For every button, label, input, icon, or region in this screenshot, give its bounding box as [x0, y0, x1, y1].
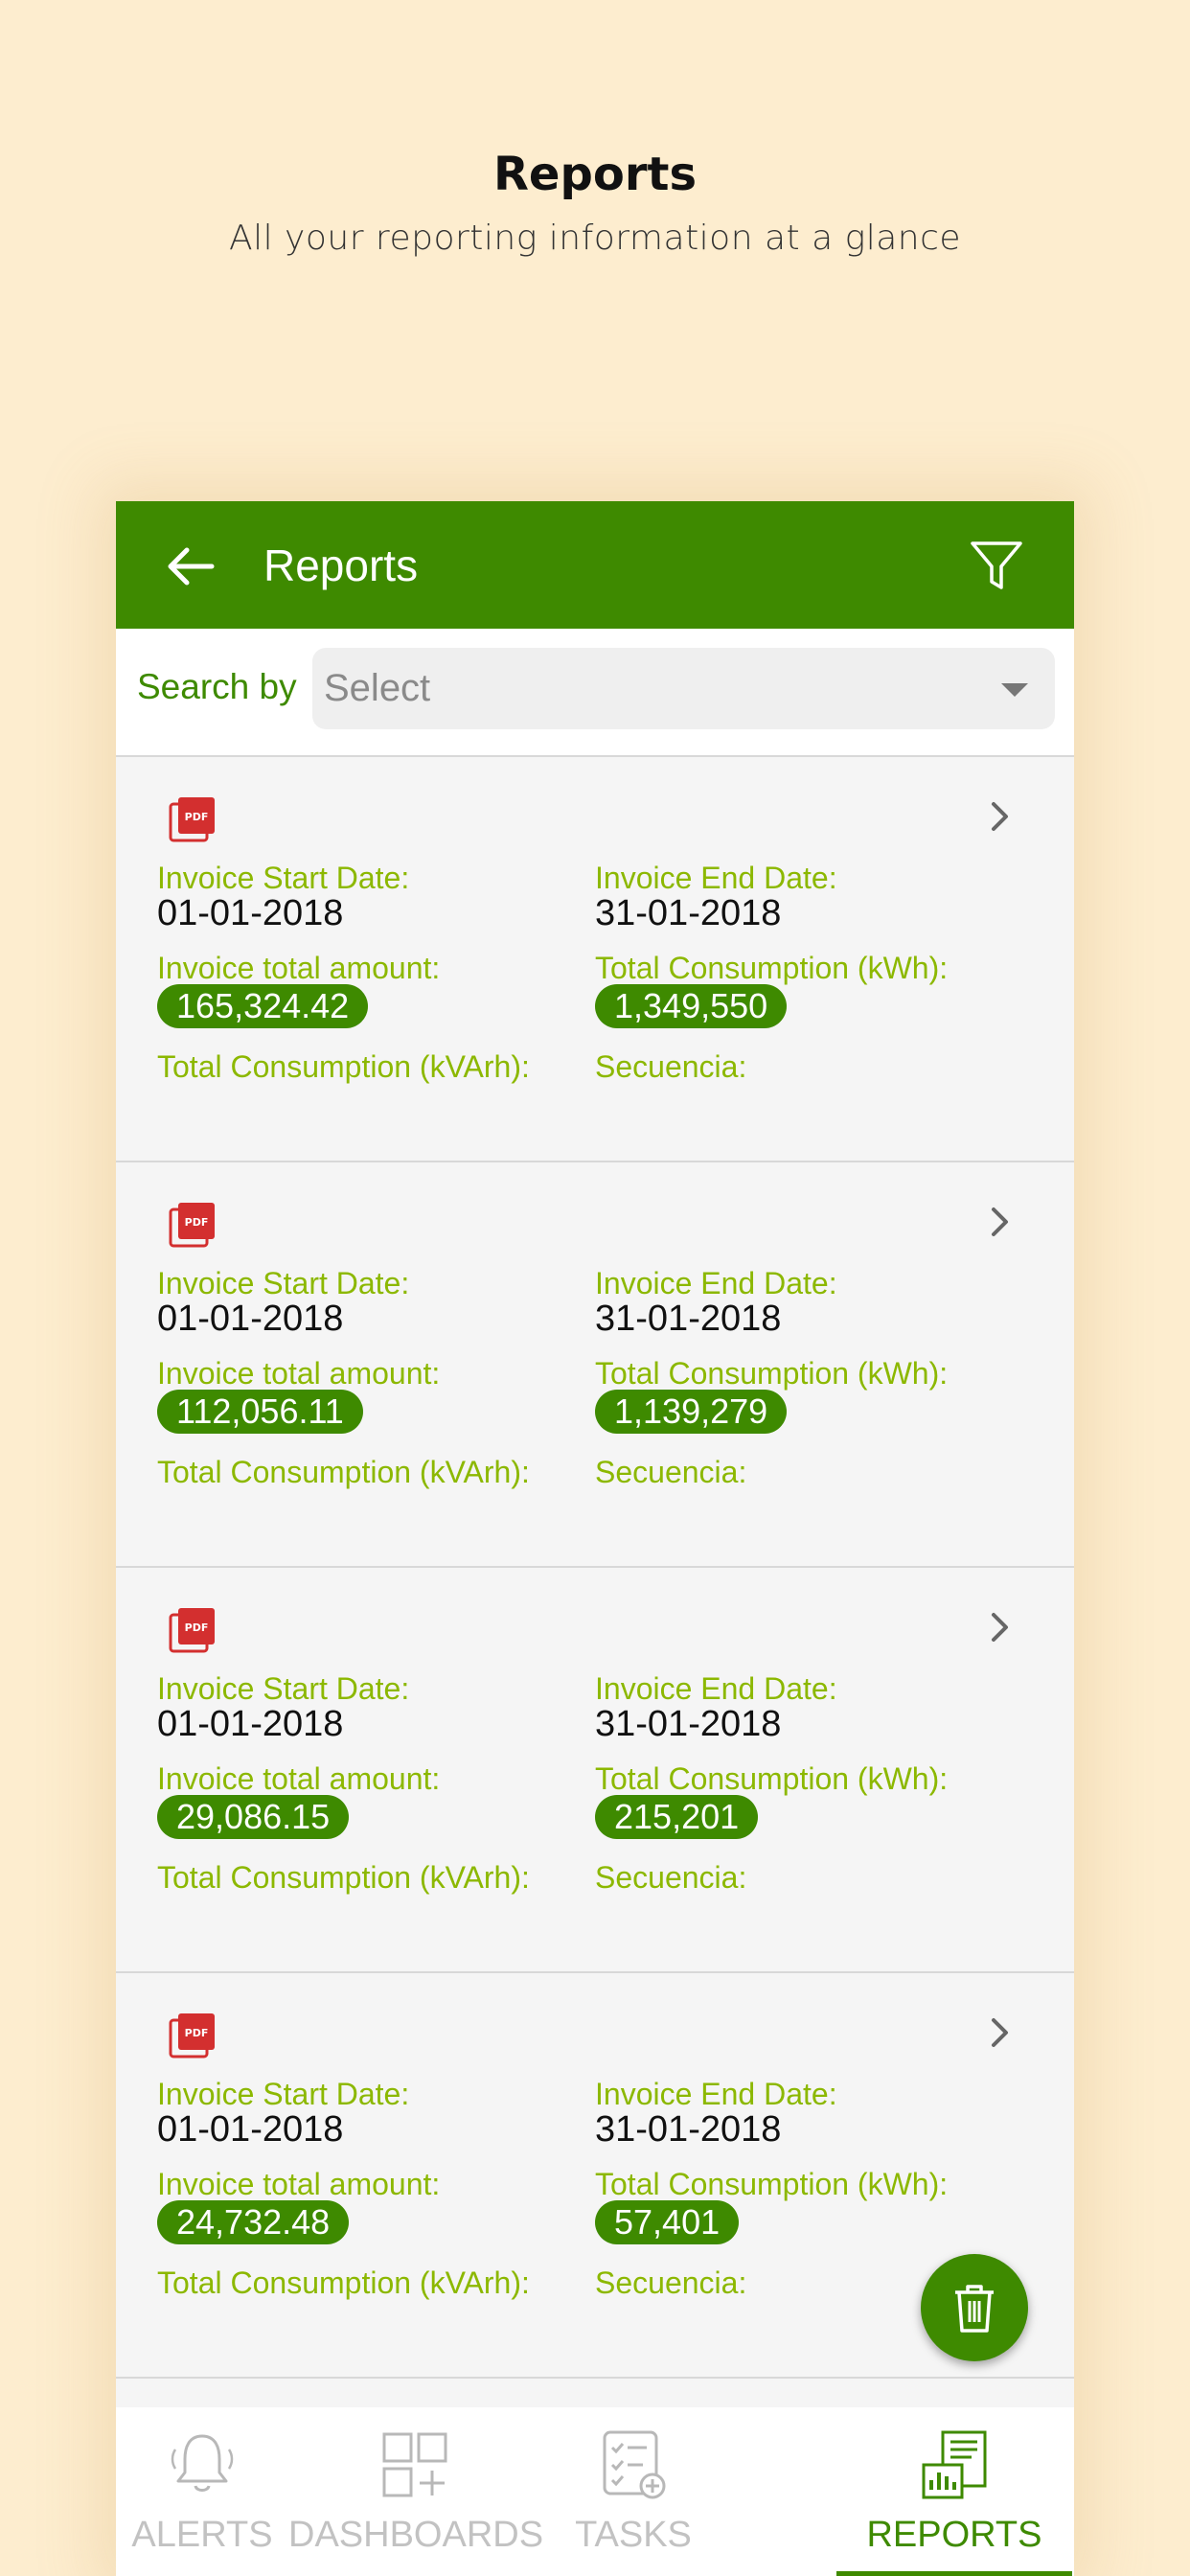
report-card[interactable]: PDF Invoice Start Date: 01-01-2018 Invoi… [116, 1162, 1074, 1568]
svg-text:PDF: PDF [185, 1622, 209, 1634]
chevron-right-icon [992, 1613, 1008, 1642]
secuencia-label: Secuencia: [595, 2266, 747, 2300]
amount-label: Invoice total amount: [157, 1356, 441, 1391]
nav-alerts-label: ALERTS [131, 2515, 273, 2555]
amount-badge: 29,086.15 [157, 1795, 350, 1839]
start-date-value: 01-01-2018 [157, 893, 344, 933]
tasks-checklist-icon [603, 2430, 666, 2499]
nav-dashboards[interactable]: DASHBOARDS [288, 2407, 544, 2576]
search-bar: Search by Select [116, 629, 1074, 757]
kwh-badge: 215,201 [595, 1795, 759, 1839]
promo-subtitle: All your reporting information at a glan… [228, 218, 962, 258]
pdf-icon[interactable]: PDF [169, 795, 217, 843]
start-date-value: 01-01-2018 [157, 1704, 344, 1744]
chevron-right-icon [992, 1208, 1008, 1236]
start-date-label: Invoice Start Date: [157, 2077, 410, 2111]
bottom-navigation: ALERTS DASHBOARDS TASKS REPORTS [116, 2407, 1074, 2576]
start-date-label: Invoice Start Date: [157, 1671, 410, 1706]
app-screen: Reports Search by Select PDF Invoice Sta… [116, 501, 1074, 2576]
secuencia-label: Secuencia: [595, 1455, 747, 1489]
amount-label: Invoice total amount: [157, 951, 441, 985]
nav-reports[interactable]: REPORTS [836, 2407, 1072, 2576]
search-by-label: Search by [137, 667, 297, 706]
active-tab-indicator [836, 2571, 1072, 2576]
app-bar: Reports [116, 501, 1074, 629]
nav-alerts[interactable]: ALERTS [116, 2407, 288, 2576]
kwh-label: Total Consumption (kWh): [595, 1761, 949, 1796]
chevron-right-icon [992, 2018, 1008, 2047]
kwh-label: Total Consumption (kWh): [595, 2167, 949, 2201]
amount-label: Invoice total amount: [157, 2167, 441, 2201]
bell-icon [171, 2434, 234, 2492]
start-date-value: 01-01-2018 [157, 1299, 344, 1339]
secuencia-label: Secuencia: [595, 1049, 747, 1084]
end-date-value: 31-01-2018 [595, 2109, 782, 2150]
end-date-value: 31-01-2018 [595, 1299, 782, 1339]
delete-fab-button[interactable] [921, 2254, 1028, 2361]
amount-badge: 112,056.11 [157, 1390, 363, 1434]
start-date-value: 01-01-2018 [157, 2109, 344, 2150]
nav-tasks-label: TASKS [575, 2515, 692, 2555]
start-date-label: Invoice Start Date: [157, 861, 410, 895]
kwh-badge: 57,401 [595, 2200, 740, 2244]
end-date-value: 31-01-2018 [595, 1704, 782, 1744]
start-date-label: Invoice Start Date: [157, 1266, 410, 1300]
svg-text:PDF: PDF [185, 2027, 209, 2039]
report-list: PDF Invoice Start Date: 01-01-2018 Invoi… [116, 757, 1074, 2379]
chevron-right-icon [992, 802, 1008, 831]
kvarh-label: Total Consumption (kVArh): [157, 1455, 530, 1489]
kwh-label: Total Consumption (kWh): [595, 1356, 949, 1391]
pdf-icon[interactable]: PDF [169, 2012, 217, 2059]
amount-label: Invoice total amount: [157, 1761, 441, 1796]
svg-text:PDF: PDF [185, 811, 209, 823]
secuencia-label: Secuencia: [595, 1860, 747, 1895]
kwh-badge: 1,349,550 [595, 984, 788, 1028]
kvarh-label: Total Consumption (kVArh): [157, 2266, 530, 2300]
amount-badge: 165,324.42 [157, 984, 369, 1028]
end-date-label: Invoice End Date: [595, 1266, 837, 1300]
end-date-label: Invoice End Date: [595, 861, 837, 895]
kwh-label: Total Consumption (kWh): [595, 951, 949, 985]
report-card[interactable]: PDF Invoice Start Date: 01-01-2018 Invoi… [116, 1568, 1074, 1973]
end-date-label: Invoice End Date: [595, 1671, 837, 1706]
search-by-select[interactable]: Select [312, 648, 1055, 729]
end-date-value: 31-01-2018 [595, 893, 782, 933]
arrow-left-icon[interactable] [162, 538, 219, 595]
select-value: Select [324, 667, 431, 709]
dashboard-grid-icon [382, 2432, 447, 2497]
filter-icon[interactable] [967, 536, 1026, 595]
kwh-badge: 1,139,279 [595, 1390, 788, 1434]
nav-tasks[interactable]: TASKS [542, 2407, 724, 2576]
kvarh-label: Total Consumption (kVArh): [157, 1860, 530, 1895]
end-date-label: Invoice End Date: [595, 2077, 837, 2111]
pdf-icon[interactable]: PDF [169, 1201, 217, 1249]
trash-icon [955, 2285, 994, 2333]
nav-dashboards-label: DASHBOARDS [288, 2515, 544, 2555]
caret-down-icon [1001, 683, 1028, 697]
report-card[interactable]: PDF Invoice Start Date: 01-01-2018 Invoi… [116, 757, 1074, 1162]
page-title: Reports [263, 540, 419, 590]
report-document-icon [922, 2430, 987, 2499]
promo-title: Reports [492, 148, 698, 201]
kvarh-label: Total Consumption (kVArh): [157, 1049, 530, 1084]
svg-text:PDF: PDF [185, 1216, 209, 1229]
amount-badge: 24,732.48 [157, 2200, 350, 2244]
pdf-icon[interactable]: PDF [169, 1606, 217, 1654]
nav-reports-label: REPORTS [866, 2515, 1042, 2555]
